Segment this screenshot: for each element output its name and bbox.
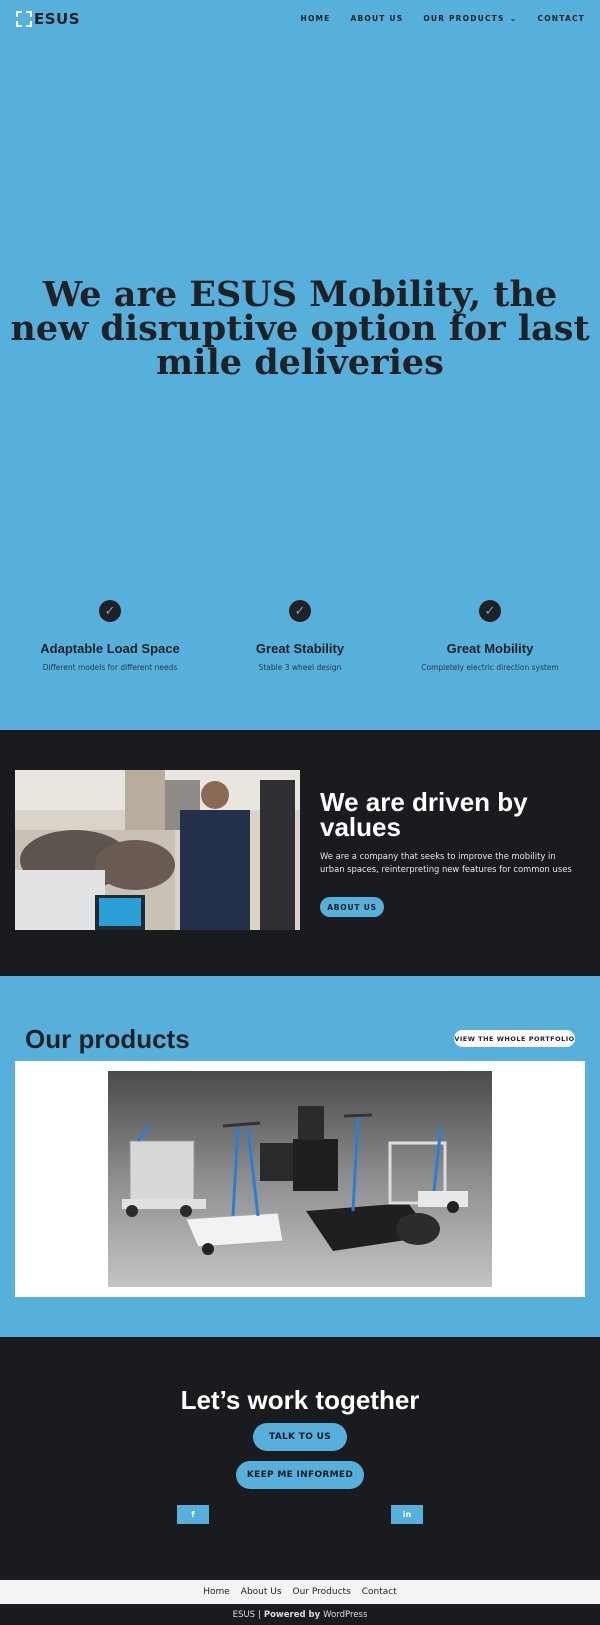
site-header: ESUS HOME ABOUT US OUR PRODUCTS ⌄ CONTAC… (0, 0, 600, 38)
check-circle-icon: ✓ (479, 600, 501, 622)
footer-link-home[interactable]: Home (203, 1587, 230, 1597)
products-image (108, 1071, 492, 1287)
cta-section: Let’s work together TALK TO US KEEP ME I… (0, 1337, 600, 1580)
feature-item: ✓ Adaptable Load Space Different models … (10, 600, 210, 672)
nav-home[interactable]: HOME (300, 14, 330, 23)
footer-wordpress-link[interactable]: WordPress (323, 1610, 367, 1620)
nav-contact[interactable]: CONTACT (537, 14, 585, 23)
feature-title: Great Mobility (446, 641, 534, 656)
logo-text: ESUS (34, 10, 81, 28)
values-text: We are a company that seeks to improve t… (320, 851, 572, 874)
cta-title: Let’s work together (180, 1385, 420, 1415)
footer-separator: | (257, 1609, 261, 1620)
feature-item: ✓ Great Mobility Completely electric dir… (390, 600, 590, 672)
feature-text: Completely electric direction system (421, 663, 559, 672)
feature-item: ✓ Great Stability Stable 3 wheel design (200, 600, 400, 672)
team-photo (15, 770, 300, 930)
nav-our-products-label: OUR PRODUCTS (423, 14, 505, 23)
feature-title: Adaptable Load Space (40, 641, 180, 656)
chevron-down-icon: ⌄ (509, 14, 518, 23)
logo[interactable]: ESUS (16, 10, 80, 28)
feature-title: Great Stability (255, 641, 345, 656)
footer-copyright: ESUS | Powered by WordPress (0, 1604, 600, 1625)
hero-title: We are ESUS Mobility, the new disruptive… (10, 274, 590, 383)
values-title: We are driven by values (320, 787, 528, 842)
facebook-icon[interactable]: f (177, 1505, 209, 1524)
footer-link-contact[interactable]: Contact (362, 1587, 397, 1597)
keep-me-informed-button[interactable]: KEEP ME INFORMED (236, 1461, 364, 1489)
feature-text: Stable 3 wheel design (258, 663, 342, 672)
about-us-button[interactable]: ABOUT US (320, 897, 384, 917)
feature-text: Different models for different needs (42, 663, 178, 672)
features-row: ✓ Adaptable Load Space Different models … (0, 600, 600, 680)
footer-powered-by: Powered by (263, 1609, 321, 1620)
check-circle-icon: ✓ (289, 600, 311, 622)
main-nav: HOME ABOUT US OUR PRODUCTS ⌄ CONTACT (300, 14, 585, 23)
linkedin-icon[interactable]: in (391, 1505, 423, 1524)
check-circle-icon: ✓ (99, 600, 121, 622)
logo-icon (16, 11, 32, 27)
nav-our-products[interactable]: OUR PRODUCTS ⌄ (423, 14, 517, 23)
products-card (15, 1061, 585, 1297)
values-section: We are driven by values We are a company… (0, 730, 600, 976)
footer-brand[interactable]: ESUS (233, 1610, 255, 1620)
talk-to-us-button[interactable]: TALK TO US (253, 1423, 347, 1451)
footer-nav: Home About Us Our Products Contact (0, 1580, 600, 1604)
view-portfolio-button[interactable]: VIEW THE WHOLE PORTFOLIO (454, 1030, 575, 1047)
products-title: Our products (25, 1024, 190, 1054)
footer-link-our-products[interactable]: Our Products (293, 1587, 351, 1597)
footer-link-about-us[interactable]: About Us (241, 1587, 282, 1597)
nav-about-us[interactable]: ABOUT US (351, 14, 404, 23)
